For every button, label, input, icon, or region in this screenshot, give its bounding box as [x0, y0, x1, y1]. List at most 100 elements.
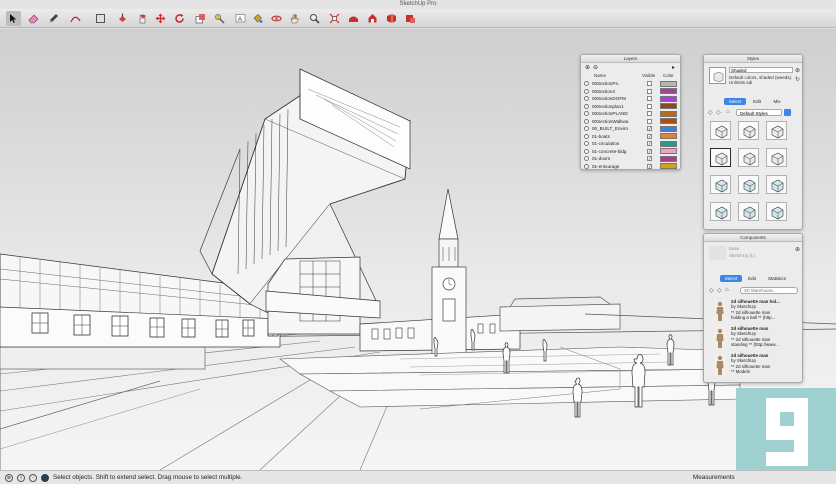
active-layer-radio[interactable]	[584, 88, 589, 94]
layer-visible-checkbox[interactable]	[647, 118, 652, 124]
extension-manager-tool-button[interactable]	[403, 11, 418, 26]
remove-layer-icon[interactable]: ⊖	[593, 65, 598, 71]
active-layer-radio[interactable]	[584, 103, 589, 109]
details-button[interactable]	[784, 109, 791, 116]
styles-tab-mix[interactable]: Mix	[768, 98, 786, 105]
home-icon[interactable]: ⌂	[726, 109, 730, 115]
style-thumbnail[interactable]	[738, 148, 759, 167]
style-thumbnail[interactable]	[738, 121, 759, 140]
components-home-icon[interactable]: ⌂	[725, 287, 729, 293]
update-style-icon[interactable]: ↻	[795, 76, 800, 83]
components-tab-statistics[interactable]: Statistics	[762, 275, 792, 282]
layers-details-icon[interactable]: ▸	[672, 65, 675, 71]
style-thumbnail[interactable]	[738, 175, 759, 194]
layer-row[interactable]: 00SectionPs..	[584, 80, 679, 87]
add-layer-icon[interactable]: ⊕	[585, 65, 590, 71]
layer-color-swatch[interactable]	[660, 118, 677, 124]
layer-visible-checkbox[interactable]	[647, 96, 652, 101]
layer-visible-checkbox[interactable]	[647, 103, 652, 109]
move-arrows-tool-button[interactable]	[153, 11, 168, 26]
components-tab-select[interactable]: Select	[720, 275, 742, 282]
layer-color-swatch[interactable]	[660, 163, 677, 169]
layer-row[interactable]: 01-circulation ✓	[584, 140, 679, 147]
component-result-item[interactable]: 2d silhouette man by SketchUp ** 2d silhou…	[709, 352, 799, 378]
move-tool-button[interactable]	[135, 11, 150, 26]
layer-color-swatch[interactable]	[660, 148, 677, 154]
zoom-tool-button[interactable]	[307, 11, 322, 26]
layer-row[interactable]: 01-boats ✓	[584, 133, 679, 140]
layer-color-swatch[interactable]	[660, 110, 677, 117]
help-icon[interactable]	[41, 474, 49, 482]
layer-name[interactable]: 00SectionPLAND	[592, 110, 644, 117]
layers-color-header[interactable]: Color	[663, 73, 674, 78]
layer-name[interactable]: 00_BUILT_Enviro	[592, 125, 644, 132]
forward-icon[interactable]: ◇	[716, 109, 721, 116]
components-back-icon[interactable]: ◇	[709, 287, 714, 294]
layer-name[interactable]: 00SectionWalkwa	[592, 118, 644, 125]
style-thumbnail[interactable]	[710, 175, 731, 194]
component-lock-icon[interactable]: ⊕	[795, 246, 800, 253]
layer-name[interactable]: 00SectionPs..	[592, 80, 644, 87]
layer-visible-checkbox[interactable]: ✓	[647, 148, 652, 154]
layer-name[interactable]: 01-circulation	[592, 140, 644, 147]
text-tool-button[interactable]: A	[233, 11, 248, 26]
style-thumbnail[interactable]	[710, 148, 731, 167]
layer-name[interactable]: 00SectionDOFM	[592, 95, 644, 102]
style-thumbnail[interactable]	[710, 121, 731, 140]
push-pull-tool-button[interactable]	[115, 11, 130, 26]
user-account-icon[interactable]: ◦	[29, 474, 37, 482]
layer-row[interactable]: 00SectionPLAND	[584, 110, 679, 117]
active-layer-radio[interactable]	[584, 163, 589, 169]
arc-tool-button[interactable]	[68, 11, 83, 26]
active-layer-radio[interactable]	[584, 156, 589, 161]
layer-color-swatch[interactable]	[660, 103, 677, 109]
scale-tool-button[interactable]	[193, 11, 208, 26]
layer-visible-checkbox[interactable]	[647, 81, 652, 86]
layer-visible-checkbox[interactable]: ✓	[647, 163, 652, 169]
styles-tab-select[interactable]: Select	[724, 98, 746, 105]
select-tool-button[interactable]	[6, 11, 21, 26]
layer-color-swatch[interactable]	[660, 80, 677, 87]
component-result-item[interactable]: 2d silhouette man hol... by SketchUp ** 2d…	[709, 298, 799, 324]
style-thumbnail[interactable]	[766, 148, 787, 167]
layer-visible-checkbox[interactable]: ✓	[647, 133, 652, 139]
components-forward-icon[interactable]: ◇	[717, 287, 722, 294]
layer-color-swatch[interactable]	[660, 88, 677, 94]
share-model-tool-button[interactable]	[365, 11, 380, 26]
layer-visible-checkbox[interactable]	[647, 111, 652, 116]
warehouse-tool-button[interactable]	[346, 11, 361, 26]
components-search-input[interactable]	[740, 287, 798, 294]
orbit-tool-button[interactable]	[269, 11, 284, 26]
component-result-item[interactable]: 2d silhouette man by SketchUp ** 2d silhou…	[709, 325, 799, 351]
active-layer-radio[interactable]	[584, 148, 589, 154]
layer-color-swatch[interactable]	[660, 133, 677, 139]
style-thumbnail[interactable]	[766, 175, 787, 194]
layers-visible-header[interactable]: Visible	[642, 73, 655, 78]
layer-name[interactable]: 01-concrete-bldg	[592, 148, 644, 155]
tape-measure-tool-button[interactable]	[212, 11, 227, 26]
styles-tab-edit[interactable]: Edit	[748, 98, 766, 105]
style-collection-select[interactable]: Default Styles	[736, 109, 782, 116]
layer-row[interactable]: 01-doors ✓	[584, 155, 679, 162]
layer-color-swatch[interactable]	[660, 125, 677, 132]
layer-row[interactable]: 00_BUILT_Enviro ✓	[584, 125, 679, 132]
layer-name[interactable]: 01-boats	[592, 133, 644, 140]
style-thumbnail[interactable]	[710, 202, 731, 221]
layer-color-swatch[interactable]	[660, 155, 677, 162]
layer-row[interactable]: 00SectionDOFM	[584, 95, 679, 102]
rectangle-tool-button[interactable]	[93, 11, 108, 26]
active-layer-radio[interactable]	[584, 133, 589, 139]
active-layer-radio[interactable]	[584, 81, 589, 86]
active-layer-radio[interactable]	[584, 111, 589, 116]
pan-tool-button[interactable]	[287, 11, 302, 26]
rotate-tool-button[interactable]	[172, 11, 187, 26]
layer-color-swatch[interactable]	[660, 95, 677, 102]
layer-visible-checkbox[interactable]	[647, 88, 652, 94]
eraser-tool-button[interactable]	[26, 11, 41, 26]
layer-row[interactable]: 00Sectionplan1	[584, 103, 679, 110]
layer-row[interactable]: 00Section4	[584, 88, 679, 95]
layer-visible-checkbox[interactable]: ✓	[647, 156, 652, 161]
layer-visible-checkbox[interactable]: ✓	[647, 141, 652, 146]
layer-color-swatch[interactable]	[660, 140, 677, 147]
layer-name[interactable]: 00Sectionplan1	[592, 103, 644, 110]
